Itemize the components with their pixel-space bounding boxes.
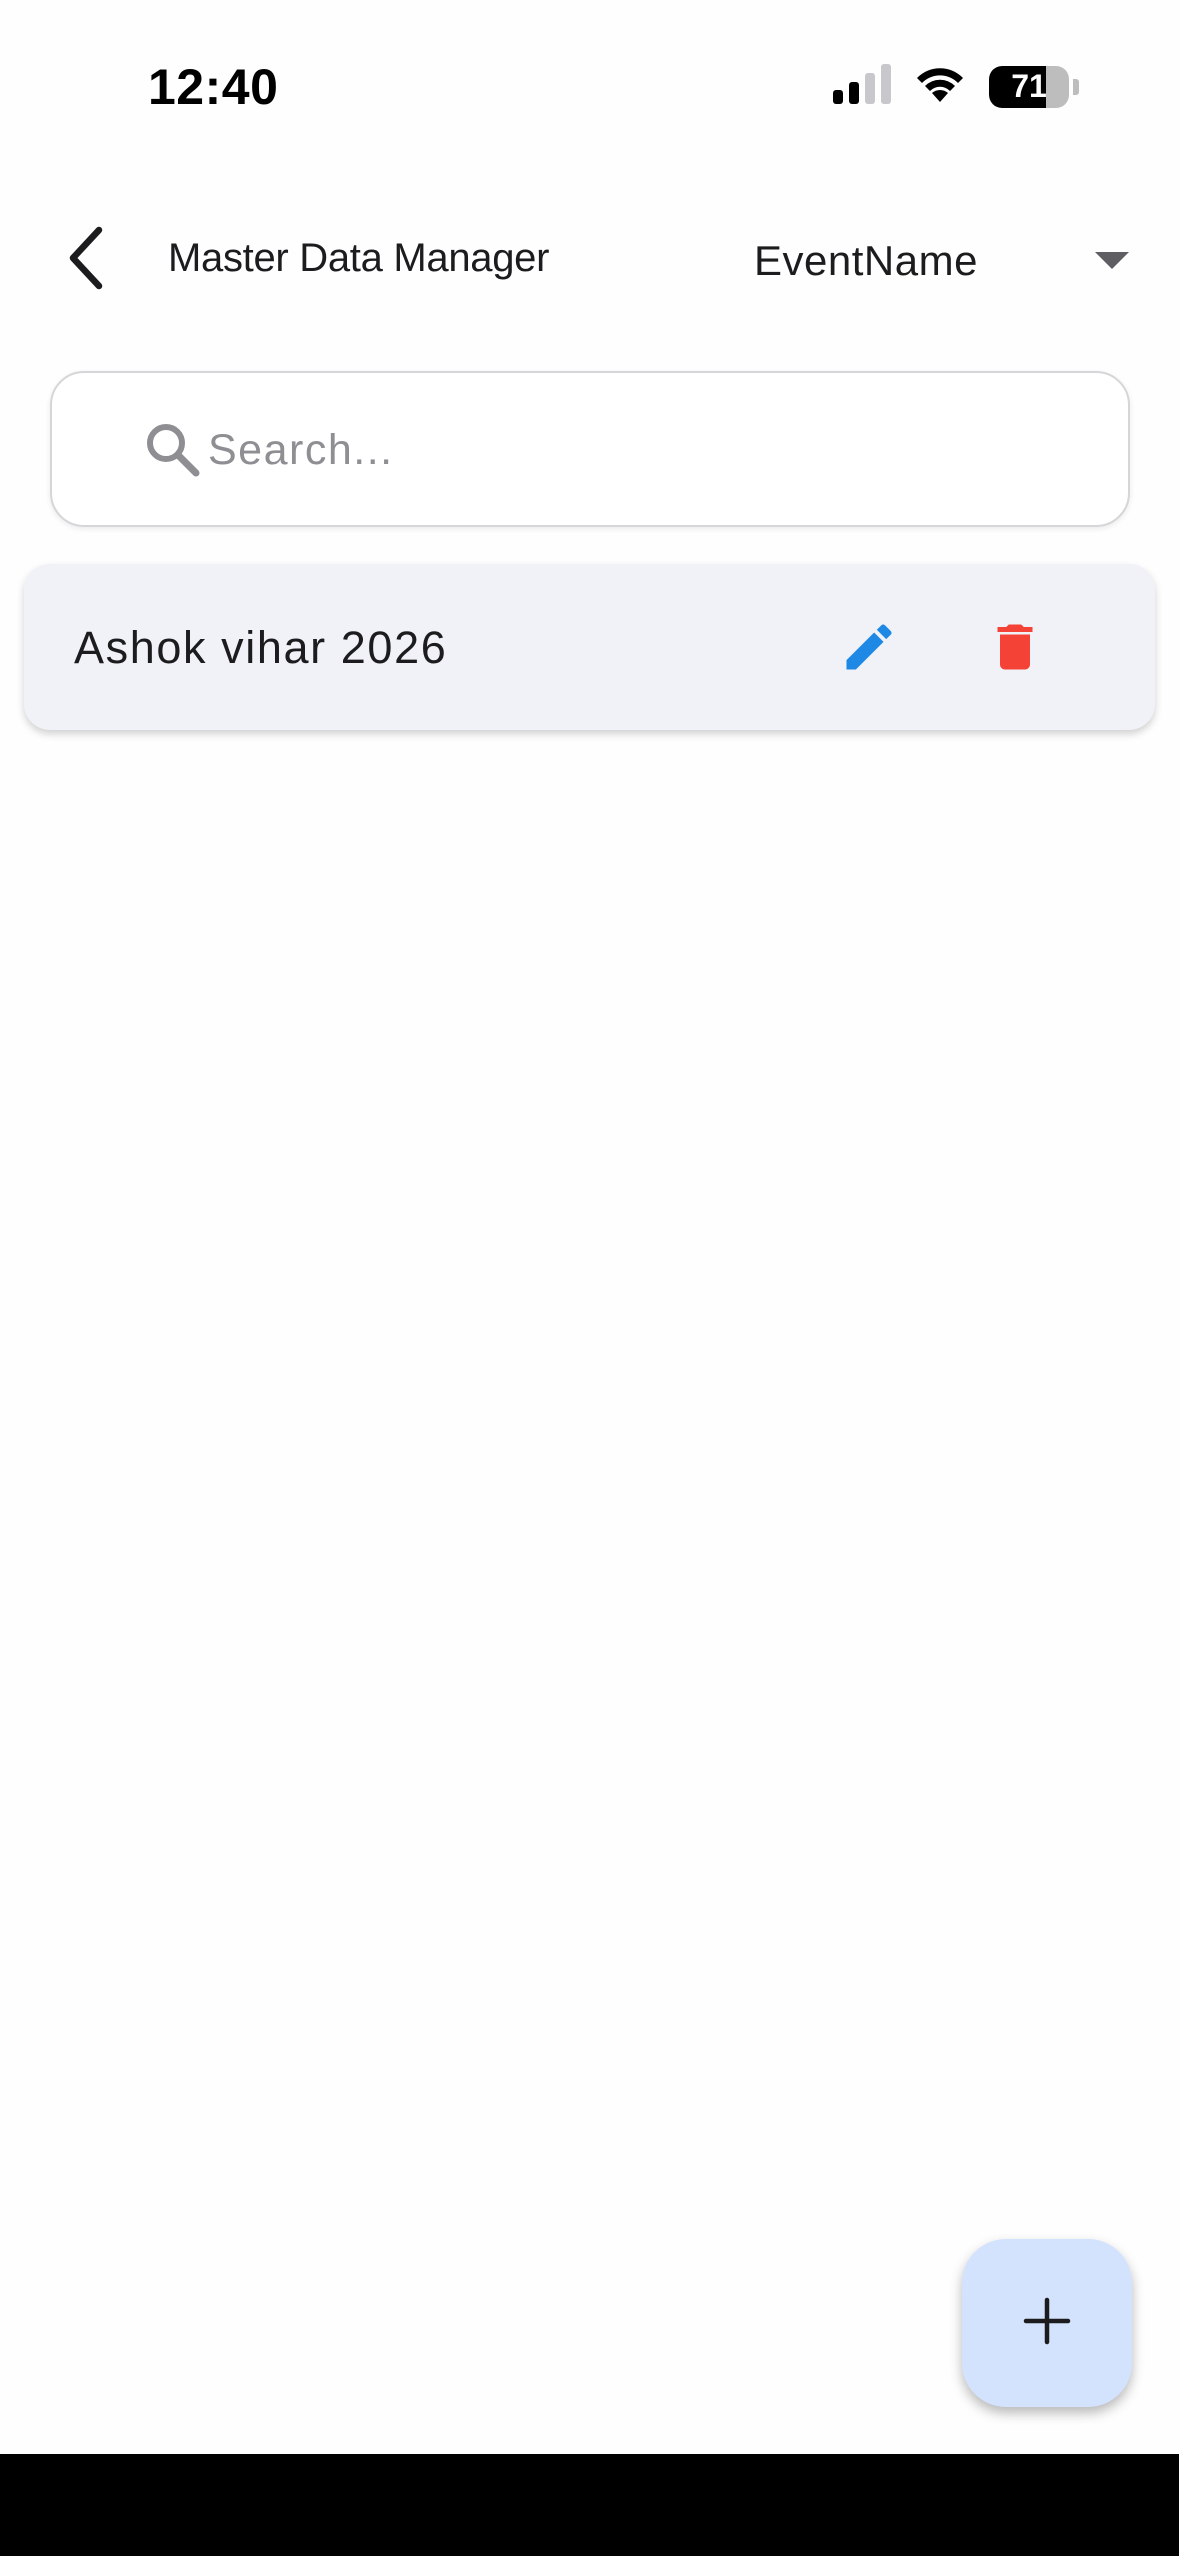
- battery-cap: [1073, 78, 1079, 95]
- list-item-label: Ashok vihar 2026: [74, 622, 448, 673]
- dropdown-selected-value: EventName: [754, 237, 978, 284]
- search-box[interactable]: [50, 371, 1130, 527]
- status-bar: 12:40 71: [0, 0, 1179, 175]
- page-title: Master Data Manager: [168, 236, 550, 280]
- delete-button[interactable]: [970, 604, 1060, 694]
- pencil-icon: [839, 617, 899, 682]
- cellular-signal-icon: [833, 64, 891, 109]
- back-button[interactable]: [40, 220, 130, 300]
- caret-down-icon: [1095, 252, 1129, 275]
- search-icon: [144, 421, 202, 484]
- status-icons: 71: [833, 64, 1079, 109]
- bottom-bar: [0, 2454, 1179, 2556]
- chevron-left-icon: [65, 226, 105, 295]
- battery-level-text: 71: [1011, 68, 1047, 104]
- battery-icon: 71: [989, 65, 1069, 108]
- trash-icon: [985, 615, 1045, 684]
- status-time: 12:40: [148, 59, 279, 115]
- screen: 12:40 71 Master Data Manager EventName S…: [0, 0, 1179, 2556]
- search-input[interactable]: [208, 407, 1088, 493]
- event-name-dropdown[interactable]: EventName: [740, 218, 1160, 304]
- edit-button[interactable]: [824, 604, 914, 694]
- wifi-icon: [913, 64, 967, 109]
- add-button[interactable]: [962, 2239, 1132, 2407]
- app-bar: Master Data Manager EventName: [0, 200, 1179, 320]
- list-item[interactable]: Ashok vihar 2026: [24, 564, 1155, 730]
- plus-icon: [1022, 2296, 1072, 2351]
